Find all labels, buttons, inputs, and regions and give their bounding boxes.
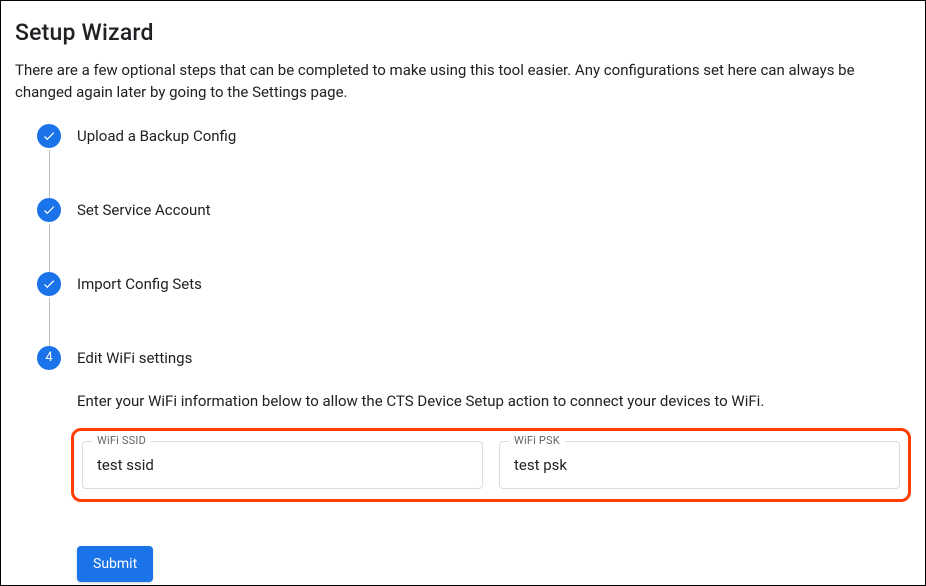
- step-upload-backup: Upload a Backup Config: [37, 124, 911, 198]
- step-service-account: Set Service Account: [37, 198, 911, 272]
- wifi-ssid-input[interactable]: [82, 441, 483, 489]
- step-number: 4: [45, 350, 52, 365]
- page-description: There are a few optional steps that can …: [15, 60, 911, 104]
- step-label: Edit WiFi settings: [77, 346, 911, 370]
- wifi-helper-text: Enter your WiFi information below to all…: [77, 392, 911, 410]
- step-label: Import Config Sets: [77, 272, 911, 296]
- check-icon: [37, 124, 61, 148]
- step-connector: [49, 224, 50, 272]
- check-icon: [37, 272, 61, 296]
- wifi-step-content: Enter your WiFi information below to all…: [77, 392, 911, 582]
- step-connector: [49, 298, 50, 346]
- stepper: Upload a Backup Config Set Service Accou…: [15, 124, 911, 582]
- wifi-ssid-field-wrap: WiFi SSID: [82, 441, 483, 489]
- wifi-psk-label: WiFi PSK: [509, 434, 565, 447]
- wifi-fields-highlight: WiFi SSID WiFi PSK: [71, 428, 911, 502]
- wifi-psk-field-wrap: WiFi PSK: [499, 441, 900, 489]
- step-import-config: Import Config Sets: [37, 272, 911, 346]
- wifi-psk-input[interactable]: [499, 441, 900, 489]
- step-wifi-settings: 4 Edit WiFi settings Enter your WiFi inf…: [37, 346, 911, 582]
- step-number-icon: 4: [37, 346, 61, 370]
- submit-button[interactable]: Submit: [77, 546, 153, 582]
- step-label: Upload a Backup Config: [77, 124, 911, 148]
- step-label: Set Service Account: [77, 198, 911, 222]
- check-icon: [37, 198, 61, 222]
- step-connector: [49, 150, 50, 198]
- page-title: Setup Wizard: [15, 19, 911, 46]
- wifi-ssid-label: WiFi SSID: [92, 434, 151, 447]
